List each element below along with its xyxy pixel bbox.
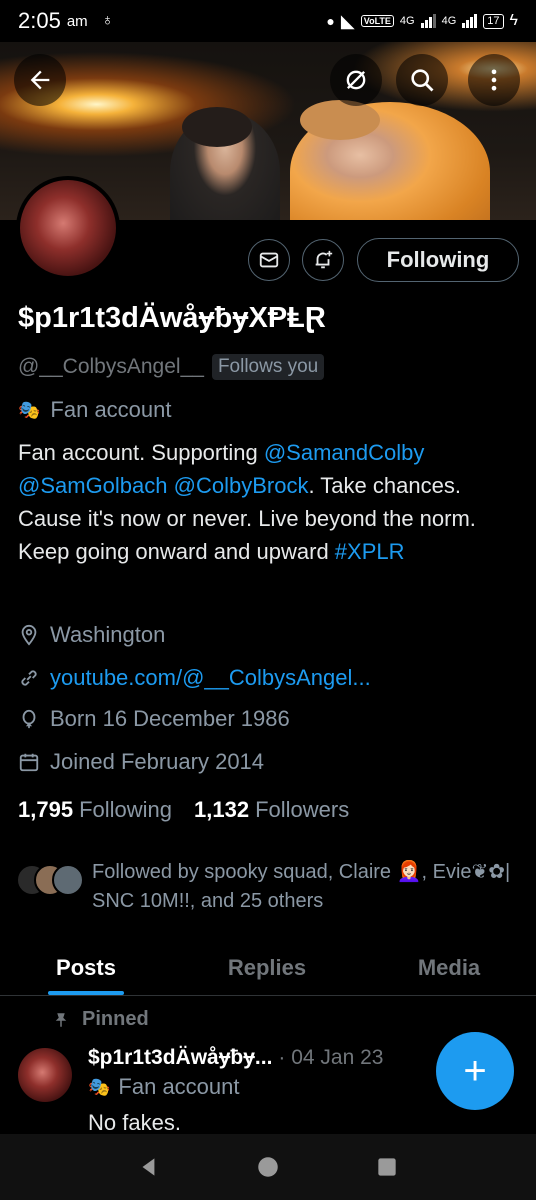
location-pin-icon: [21, 624, 37, 646]
tab-posts[interactable]: Posts: [0, 940, 172, 995]
followed-by[interactable]: Followed by spooky squad, Claire 👩🏻‍🦰, E…: [16, 858, 512, 916]
mini-avatar-3: [52, 864, 84, 896]
back-triangle-icon[interactable]: [136, 1154, 162, 1180]
follow-counts: 1,795 Following 1,132 Followers: [18, 797, 349, 823]
pinned-label: Pinned: [82, 1008, 149, 1030]
post-category: 🎭 Fan account: [88, 1074, 240, 1100]
pinned-row: Pinned: [52, 1008, 149, 1031]
grok-button[interactable]: [330, 54, 382, 106]
more-button[interactable]: [468, 54, 520, 106]
tab-replies[interactable]: Replies: [172, 940, 362, 995]
category-label: Fan account: [50, 397, 172, 422]
signal-1-icon: [420, 14, 436, 28]
post-header: $p1r1t3dÄwåɏƀɏ... · 04 Jan 23: [88, 1046, 383, 1070]
search-icon: [411, 69, 434, 92]
following-label: Following: [79, 797, 172, 822]
tab-media[interactable]: Media: [362, 940, 536, 995]
battery-indicator: 17: [483, 13, 504, 29]
signal-2-icon: [462, 14, 478, 28]
search-button[interactable]: [396, 54, 448, 106]
balloon-icon: [22, 709, 36, 729]
pin-icon: [55, 1012, 67, 1027]
location-row: Washington: [18, 622, 165, 648]
category-row: 🎭 Fan account: [18, 397, 172, 423]
volte-badge: VoLTE: [360, 15, 394, 27]
more-vertical-icon: [491, 69, 497, 91]
post-author[interactable]: $p1r1t3dÄwåɏƀɏ...: [88, 1046, 272, 1070]
followers-label: Followers: [255, 797, 350, 822]
profile-tabs: Posts Replies Media: [0, 940, 536, 996]
followed-by-avatars: [16, 858, 84, 898]
profile-avatar[interactable]: [16, 176, 120, 280]
banner-hair-right: [300, 100, 380, 140]
system-nav-bar: [0, 1134, 536, 1200]
back-button[interactable]: [14, 54, 66, 106]
status-bar: 2:05 am ♁ ● ◣ VoLTE 4G 4G 17 ϟ: [0, 0, 536, 42]
post-text: No fakes.: [88, 1110, 181, 1135]
followers-count: 1,132: [194, 797, 250, 822]
follows-you-badge: Follows you: [211, 354, 325, 380]
location-text: Washington: [50, 622, 166, 647]
mention-colbybrock[interactable]: @ColbyBrock: [174, 473, 309, 498]
theater-mask-icon: 🎭: [18, 399, 41, 420]
bell-plus-icon: [315, 250, 333, 269]
wifi-icon: ◣: [340, 10, 355, 31]
joined-row: Joined February 2014: [18, 749, 264, 775]
website-row[interactable]: youtube.com/@__ColbysAngel...: [18, 665, 371, 691]
birthday-text: Born 16 December 1986: [50, 706, 290, 731]
notify-button[interactable]: [302, 239, 344, 281]
link-icon: [21, 670, 37, 686]
mention-samgolbach[interactable]: @SamGolbach: [18, 473, 168, 498]
bio-text-1: Fan account. Supporting: [18, 440, 264, 465]
following-count-link[interactable]: 1,795 Following: [18, 797, 172, 823]
compose-button[interactable]: +: [436, 1032, 514, 1110]
banner-hair-left: [182, 107, 252, 147]
followers-count-link[interactable]: 1,132 Followers: [194, 797, 349, 823]
network-4g-2: 4G: [441, 15, 457, 27]
recents-square-icon[interactable]: [374, 1154, 400, 1180]
mention-samandcolby[interactable]: @SamandColby: [264, 440, 425, 465]
birthday-row: Born 16 December 1986: [18, 706, 290, 732]
following-count: 1,795: [18, 797, 74, 822]
post-category-label: Fan account: [118, 1074, 240, 1099]
status-time: 2:05: [18, 8, 61, 33]
post-date: · 04 Jan 23: [278, 1046, 384, 1069]
status-ampm: am: [66, 12, 88, 30]
calendar-icon: [19, 753, 39, 772]
post-avatar[interactable]: [18, 1048, 72, 1102]
message-button[interactable]: [248, 239, 290, 281]
display-name: $p1r1t3dÄwåɏƀɏXⱣⱠⱤ: [18, 302, 326, 334]
status-icons: ● ◣ VoLTE 4G 4G 17 ϟ: [326, 11, 518, 32]
theater-mask-icon: 🎭: [88, 1076, 111, 1097]
hashtag-xplr[interactable]: #XPLR: [335, 539, 405, 564]
arrow-left-icon: [30, 70, 50, 90]
notification-icon: ♁: [101, 12, 114, 29]
network-4g-1: 4G: [399, 15, 415, 27]
charging-icon: ϟ: [509, 12, 518, 29]
home-circle-icon[interactable]: [255, 1154, 281, 1180]
handle-row: @__ColbysAngel__ Follows you: [18, 354, 325, 380]
grok-icon: [346, 70, 366, 90]
joined-text: Joined February 2014: [50, 749, 265, 774]
website-link[interactable]: youtube.com/@__ColbysAngel...: [50, 665, 371, 691]
mail-icon: [259, 252, 279, 268]
dot-icon: ●: [326, 13, 335, 29]
handle: @__ColbysAngel__: [18, 355, 204, 378]
followed-by-text: Followed by spooky squad, Claire 👩🏻‍🦰, E…: [92, 861, 511, 912]
bio: Fan account. Supporting @SamandColby @Sa…: [18, 436, 518, 568]
following-button[interactable]: Following: [357, 238, 519, 282]
